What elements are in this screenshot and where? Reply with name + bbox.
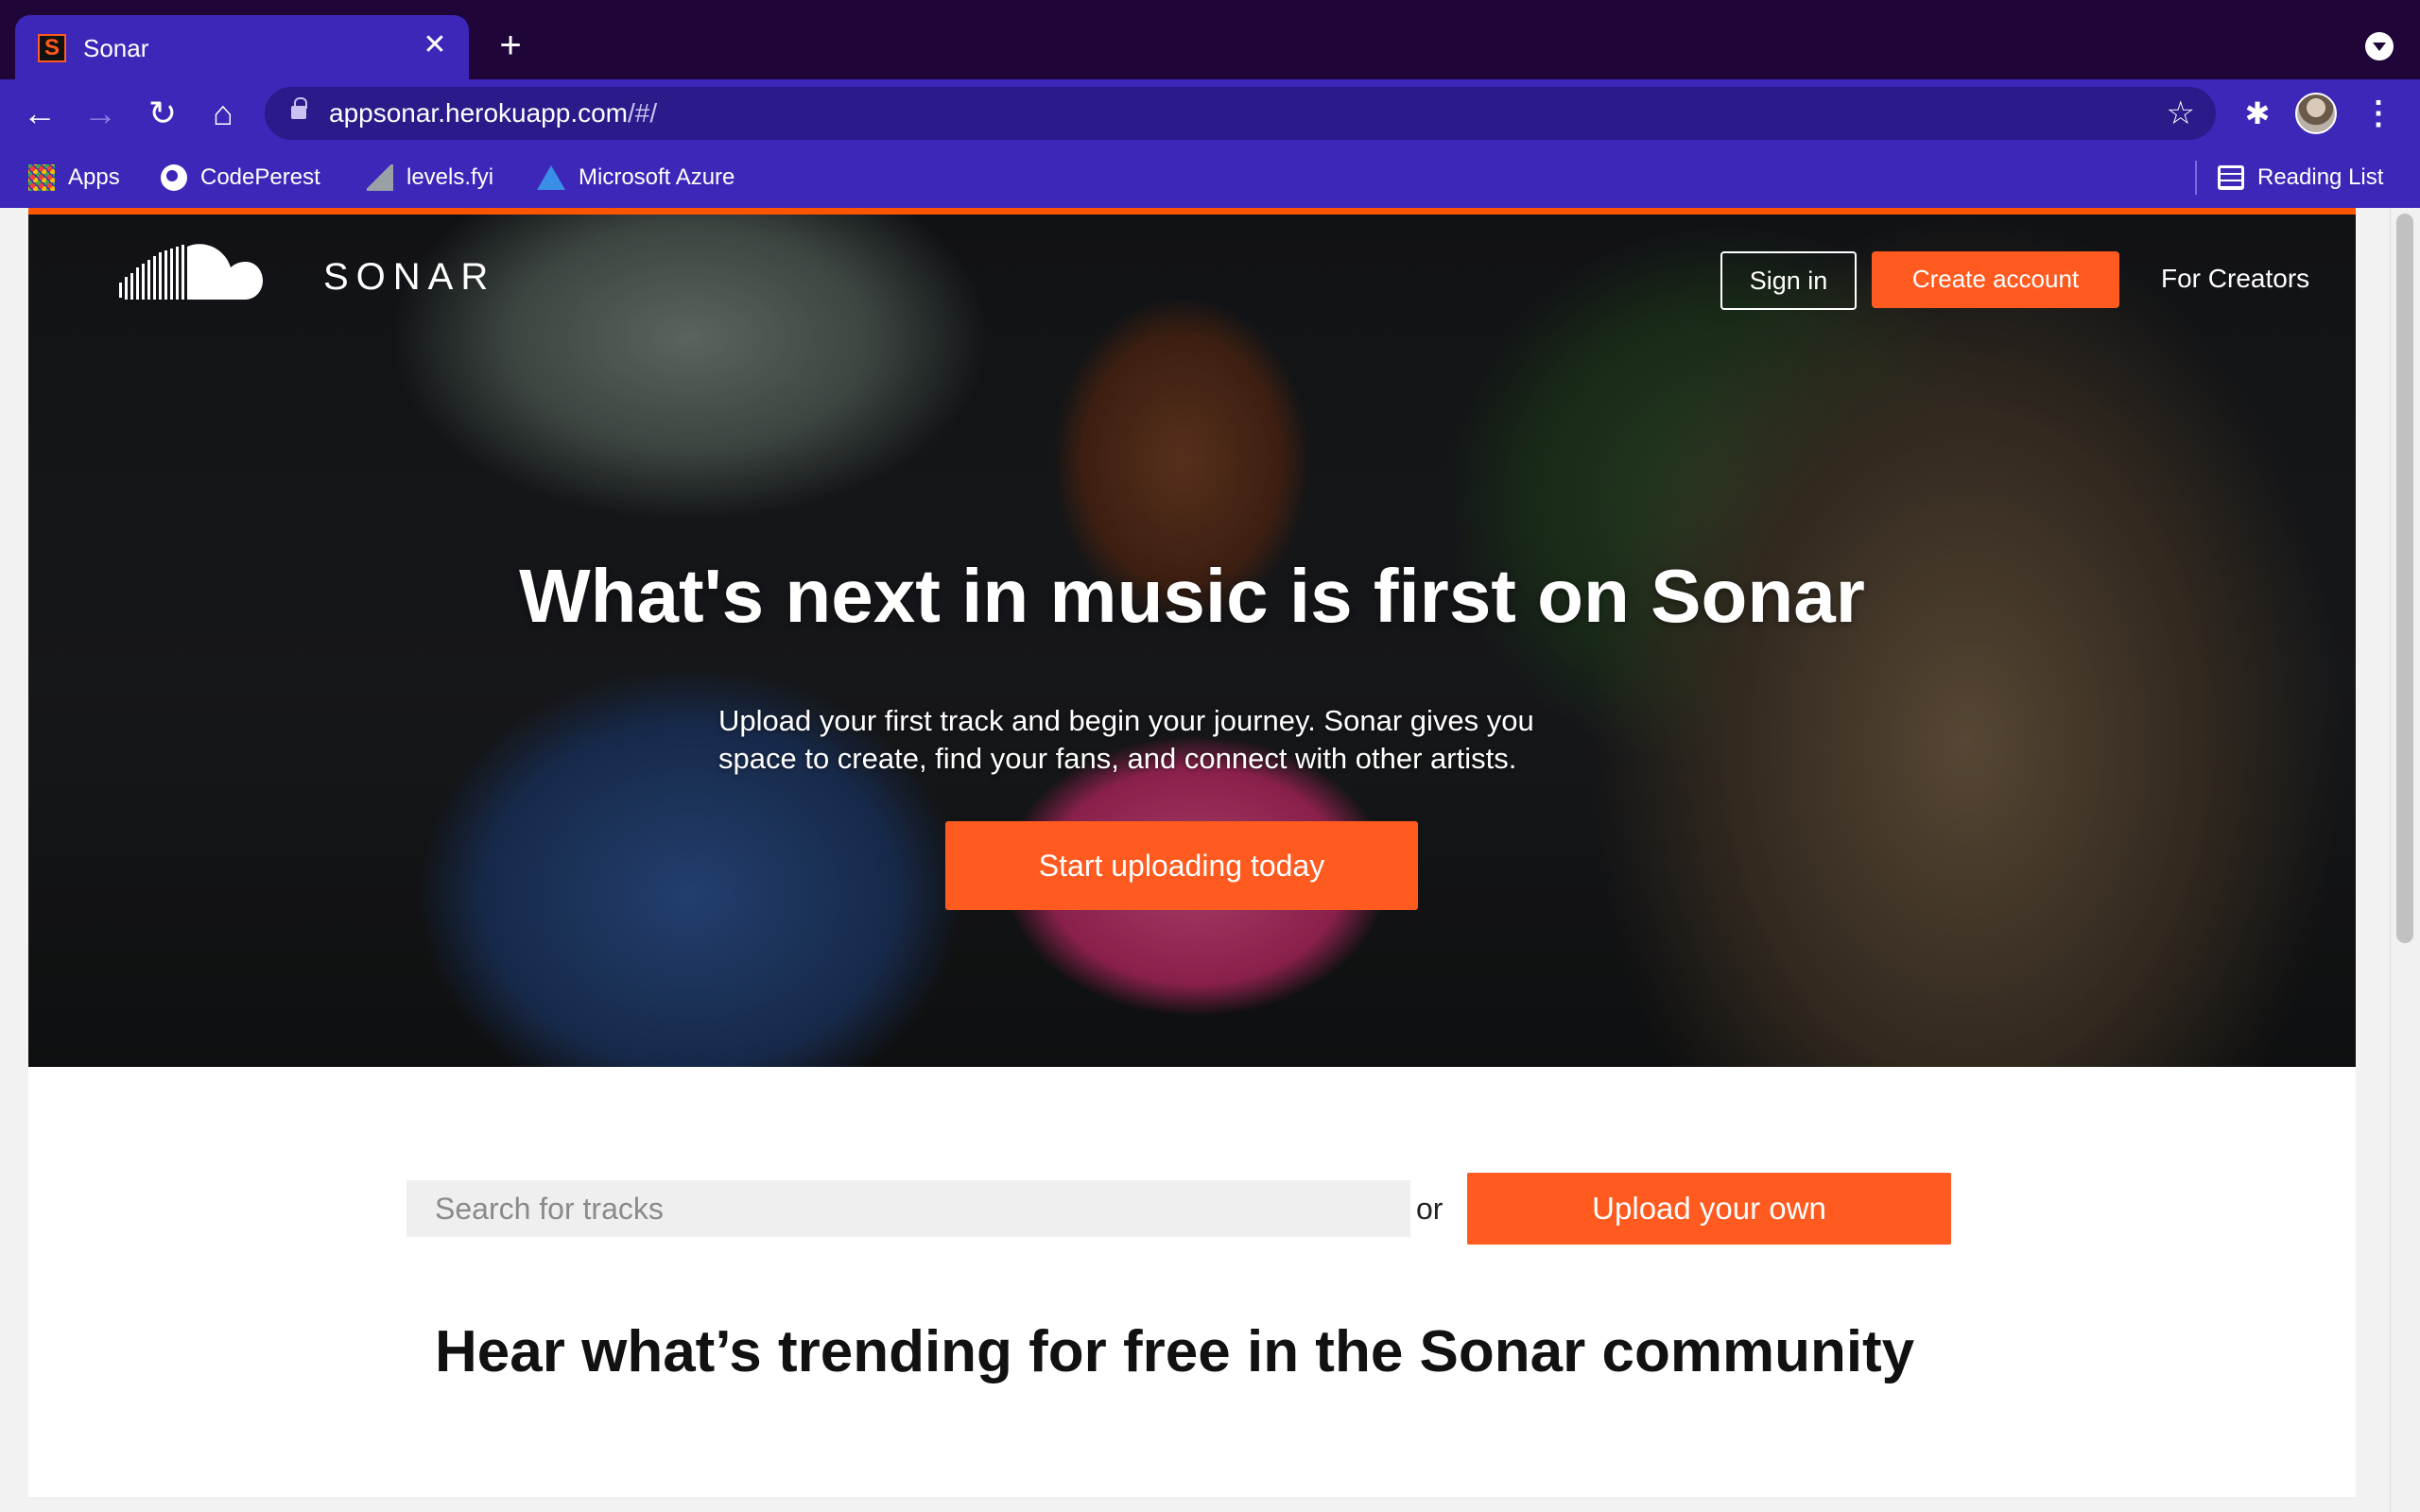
upload-your-own-button[interactable]: Upload your own <box>1467 1173 1951 1245</box>
page-viewport: SONAR Sign in Create account For Creator… <box>0 208 2420 1512</box>
sign-in-button[interactable]: Sign in <box>1720 251 1857 310</box>
url-host: appsonar.herokuapp.com <box>329 98 628 128</box>
hero-subtitle-line-1: Upload your first track and begin your j… <box>718 704 1534 737</box>
create-account-button[interactable]: Create account <box>1872 251 2119 308</box>
bookmark-label: Apps <box>68 164 120 190</box>
home-icon[interactable]: ⌂ <box>199 89 248 138</box>
browser-tab-active[interactable]: S Sonar ✕ <box>15 15 469 79</box>
sonar-logo-icon[interactable] <box>119 243 263 309</box>
apps-grid-icon <box>28 164 55 191</box>
page-scrollbar[interactable] <box>2390 208 2420 1512</box>
trending-heading: Hear what’s trending for free in the Son… <box>435 1319 1915 1384</box>
bookmark-label: CodePerest <box>200 164 320 190</box>
brand-name[interactable]: SONAR <box>323 256 495 298</box>
bookmarks-bar: Apps CodePerest levels.fyi Microsoft Azu… <box>0 147 2420 208</box>
bookmarks-divider <box>2195 161 2197 195</box>
browser-menu-icon[interactable]: ⋮ <box>2361 93 2395 134</box>
azure-icon <box>537 165 565 190</box>
page-container: SONAR Sign in Create account For Creator… <box>28 208 2356 1497</box>
bookmark-microsoft-azure[interactable]: Microsoft Azure <box>537 161 735 195</box>
url-path: /#/ <box>628 98 658 128</box>
hero-title: What's next in music is first on Sonar <box>519 554 1865 638</box>
bookmark-codeperest[interactable]: CodePerest <box>161 161 320 195</box>
tab-search-dropdown-icon[interactable] <box>2365 32 2394 60</box>
new-tab-button[interactable]: + <box>490 25 531 66</box>
hero-subtitle: Upload your first track and begin your j… <box>718 702 1645 778</box>
reading-list-icon <box>2218 165 2244 190</box>
back-arrow-icon[interactable]: ← <box>15 89 64 138</box>
extensions-puzzle-icon[interactable]: ✱ <box>2238 93 2276 134</box>
for-creators-link[interactable]: For Creators <box>2161 262 2309 296</box>
bookmark-label: Microsoft Azure <box>579 164 735 190</box>
search-tracks-input[interactable] <box>406 1180 1410 1237</box>
address-bar[interactable]: appsonar.herokuapp.com/#/ ☆ <box>265 87 2216 140</box>
hero-subtitle-line-2: space to create, find your fans, and con… <box>718 742 1517 775</box>
reading-list-button[interactable]: Reading List <box>2218 161 2383 195</box>
bookmark-levels-fyi[interactable]: levels.fyi <box>367 161 493 195</box>
bookmark-label: levels.fyi <box>406 164 494 190</box>
hero-banner: SONAR Sign in Create account For Creator… <box>28 215 2356 1067</box>
profile-avatar[interactable] <box>2295 93 2337 134</box>
bookmark-star-icon[interactable]: ☆ <box>2167 94 2195 132</box>
globe-icon <box>161 164 187 191</box>
browser-toolbar: ← → ↻ ⌂ appsonar.herokuapp.com/#/ ☆ ✱ ⋮ <box>0 79 2420 147</box>
url-text[interactable]: appsonar.herokuapp.com/#/ <box>329 97 657 129</box>
scrollbar-thumb[interactable] <box>2396 214 2413 943</box>
tab-title: Sonar <box>83 34 149 62</box>
browser-tab-strip: S Sonar ✕ + <box>0 0 2420 79</box>
tab-close-icon[interactable]: ✕ <box>418 28 452 62</box>
reload-icon[interactable]: ↻ <box>138 89 187 138</box>
forward-arrow-icon[interactable]: → <box>76 89 125 138</box>
hero-background-photo <box>28 215 2356 1067</box>
start-uploading-button[interactable]: Start uploading today <box>945 821 1418 910</box>
levels-icon <box>367 164 393 191</box>
bookmark-apps[interactable]: Apps <box>28 161 120 195</box>
lock-icon[interactable] <box>291 97 307 119</box>
or-label: or <box>1416 1192 1443 1226</box>
reading-list-label: Reading List <box>2257 164 2384 190</box>
sonar-favicon-icon: S <box>38 34 66 62</box>
